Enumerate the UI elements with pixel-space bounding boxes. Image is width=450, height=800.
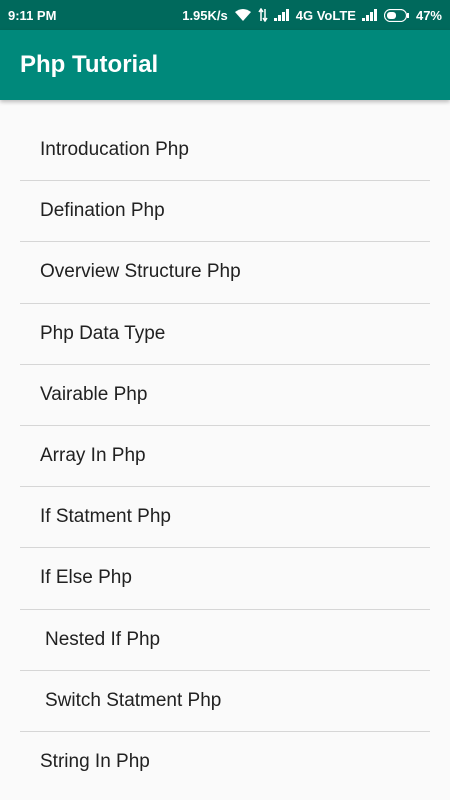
list-item-if-else[interactable]: If Else Php xyxy=(20,548,430,610)
list-item-switch-statment[interactable]: Switch Statment Php xyxy=(20,671,430,732)
list-item-data-type[interactable]: Php Data Type xyxy=(20,304,430,365)
list-item-if-statment[interactable]: If Statment Php xyxy=(20,487,430,549)
list-item-overview-structure[interactable]: Overview Structure Php xyxy=(20,242,430,304)
network-speed: 1.95K/s xyxy=(182,7,228,23)
signal-icon-2 xyxy=(361,9,378,21)
battery-icon xyxy=(383,8,410,22)
battery-level: 47% xyxy=(415,7,442,23)
list-item-nested-if[interactable]: Nested If Php xyxy=(20,610,430,671)
status-bar: 9:11 PM 1.95K/s 4G VoLTE 47% xyxy=(0,0,450,30)
list-item-introducation[interactable]: Introducation Php xyxy=(20,120,430,182)
list-item-array[interactable]: Array In Php xyxy=(20,426,430,488)
signal-icon xyxy=(273,9,290,21)
status-time: 9:11 PM xyxy=(8,7,57,23)
app-bar: Php Tutorial xyxy=(0,30,450,100)
list-item-vairable[interactable]: Vairable Php xyxy=(20,365,430,426)
wifi-icon xyxy=(234,8,252,22)
list-item-string[interactable]: String In Php xyxy=(20,732,430,793)
page-title: Php Tutorial xyxy=(20,51,159,78)
data-transfer-icon xyxy=(258,8,268,22)
tutorial-list: Introducation Php Defination Php Overvie… xyxy=(20,120,430,793)
list-item-defination[interactable]: Defination Php xyxy=(20,181,430,243)
network-type: 4G VoLTE xyxy=(295,7,356,23)
